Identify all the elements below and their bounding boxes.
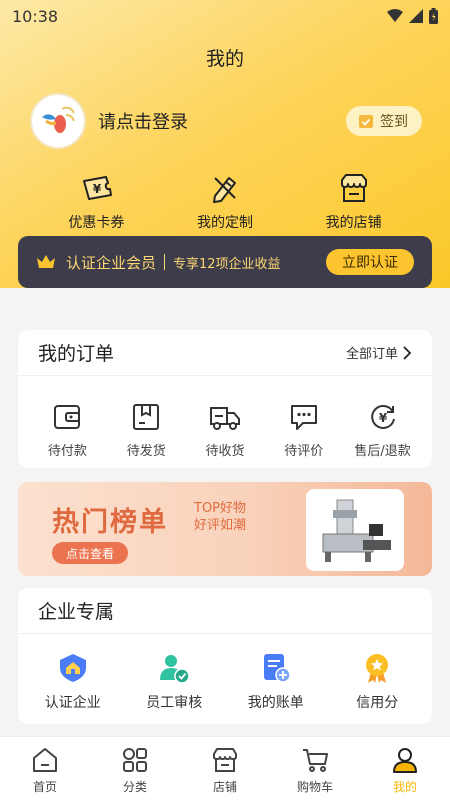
status-time: 10:38 (12, 6, 59, 26)
orders-header: 我的订单 全部订单 (18, 330, 432, 376)
home-icon (33, 748, 57, 772)
ent-label: 认证企业 (44, 695, 101, 711)
package-icon (133, 404, 160, 430)
tab-label: 购物车 (296, 780, 333, 794)
enterprise-title: 企业专属 (38, 601, 115, 623)
member-bar: 认证企业会员 专享12项企业收益 立即认证 (18, 236, 432, 288)
order-after-sales[interactable]: ¥ 售后/退款 (343, 402, 422, 459)
quick-item-custom[interactable]: 我的定制 (180, 172, 270, 232)
tab-mine[interactable]: 我的 (365, 746, 445, 795)
avatar[interactable] (30, 93, 86, 149)
ent-label: 员工审核 (146, 695, 203, 711)
tab-label: 我的 (392, 780, 417, 794)
quick-label: 我的店铺 (325, 215, 382, 231)
orders-card: 我的订单 全部订单 待付款 待发货 待收货 待评价 ¥ 售后/退款 (18, 330, 432, 468)
signal-icon (409, 9, 423, 23)
signin-button[interactable]: 签到 (346, 106, 422, 136)
order-pending-receipt[interactable]: 待收货 (186, 402, 265, 459)
banner-product-image (306, 489, 404, 571)
ent-credit-score[interactable]: 信用分 (332, 652, 422, 712)
tab-cart[interactable]: 购物车 (275, 746, 355, 795)
order-label: 待付款 (47, 444, 87, 459)
member-desc: 专享12项企业收益 (173, 256, 281, 272)
cart-icon (303, 749, 328, 772)
member-divider (164, 254, 166, 270)
ent-staff-review[interactable]: 员工审核 (129, 652, 219, 712)
tab-label: 店铺 (212, 780, 237, 794)
chat-dots-icon (290, 405, 317, 430)
custom-edit-icon (212, 177, 236, 203)
banner-title: 热门榜单 (52, 507, 168, 538)
all-orders-link[interactable]: 全部订单 (346, 343, 412, 362)
quick-item-shop[interactable]: 我的店铺 (309, 172, 399, 232)
coupon-card-icon: ¥ (83, 176, 113, 200)
truck-icon (209, 407, 240, 430)
ent-label: 信用分 (356, 695, 399, 711)
order-label: 售后/退款 (354, 444, 411, 459)
user-icon (393, 748, 417, 773)
member-title: 认证企业会员 (66, 253, 157, 272)
enterprise-header: 企业专属 (18, 588, 432, 634)
order-label: 待发货 (126, 444, 166, 459)
page-title: 我的 (205, 48, 244, 70)
profile-row: 请点击登录 签到 (30, 92, 422, 150)
order-pending-shipment[interactable]: 待发货 (107, 402, 186, 459)
crown-icon (37, 255, 55, 268)
certify-button[interactable]: 立即认证 (326, 249, 414, 275)
banner-subtitle: TOP好物 好评如潮 (194, 500, 246, 534)
wifi-icon (387, 9, 403, 22)
hot-list-banner[interactable]: 热门榜单 TOP好物 好评如潮 点击查看 (18, 482, 432, 576)
quick-label: 我的定制 (196, 215, 253, 231)
order-status-row: 待付款 待发货 待收货 待评价 ¥ 售后/退款 (18, 376, 432, 459)
banner-view-button[interactable]: 点击查看 (52, 542, 129, 564)
status-bar: 10:38 (0, 0, 450, 32)
tab-category[interactable]: 分类 (95, 746, 175, 795)
category-grid-icon (123, 748, 147, 772)
staff-review-icon (160, 655, 190, 684)
banner-sub-line2: 好评如潮 (194, 518, 247, 533)
order-pending-review[interactable]: 待评价 (264, 402, 343, 459)
shop-icon (340, 174, 367, 202)
order-label: 待收货 (205, 444, 245, 459)
tab-label: 分类 (122, 780, 147, 794)
svg-text:¥: ¥ (93, 182, 102, 196)
battery-icon (429, 8, 438, 24)
bottom-tab-bar: 首页 分类 店铺 购物车 我的 (0, 736, 450, 800)
ent-my-bill[interactable]: 我的账单 (231, 652, 321, 712)
enterprise-card: 企业专属 认证企业 员工审核 我的账单 信用分 (18, 588, 432, 724)
ent-certify-company[interactable]: 认证企业 (28, 652, 118, 712)
tab-store[interactable]: 店铺 (185, 746, 265, 795)
ent-label: 我的账单 (247, 695, 304, 711)
login-prompt[interactable]: 请点击登录 (98, 108, 346, 134)
avatar-bird-icon (42, 106, 75, 133)
status-icons (387, 8, 438, 24)
quick-actions: ¥ 优惠卡券 我的定制 我的店铺 (0, 172, 450, 232)
calendar-check-icon (359, 115, 373, 128)
quick-label: 优惠卡券 (68, 215, 125, 231)
credit-medal-icon (366, 654, 389, 683)
quick-item-coupons[interactable]: ¥ 优惠卡券 (51, 172, 141, 232)
all-orders-label: 全部订单 (345, 347, 398, 362)
banner-sub-line1: TOP好物 (194, 501, 247, 516)
tab-home[interactable]: 首页 (5, 746, 85, 795)
signin-label: 签到 (380, 114, 408, 130)
order-pending-payment[interactable]: 待付款 (28, 402, 107, 459)
order-label: 待评价 (284, 444, 324, 459)
enterprise-row: 认证企业 员工审核 我的账单 信用分 (18, 634, 432, 712)
bill-icon (263, 654, 291, 683)
orders-title: 我的订单 (38, 343, 115, 365)
chevron-right-icon (403, 345, 412, 360)
wallet-icon (54, 405, 81, 429)
machine-product-icon (322, 499, 391, 562)
svg-text:¥: ¥ (378, 411, 387, 425)
certified-home-icon (59, 654, 86, 682)
refund-icon: ¥ (370, 405, 395, 429)
tab-label: 首页 (32, 780, 57, 794)
store-icon (213, 748, 237, 772)
